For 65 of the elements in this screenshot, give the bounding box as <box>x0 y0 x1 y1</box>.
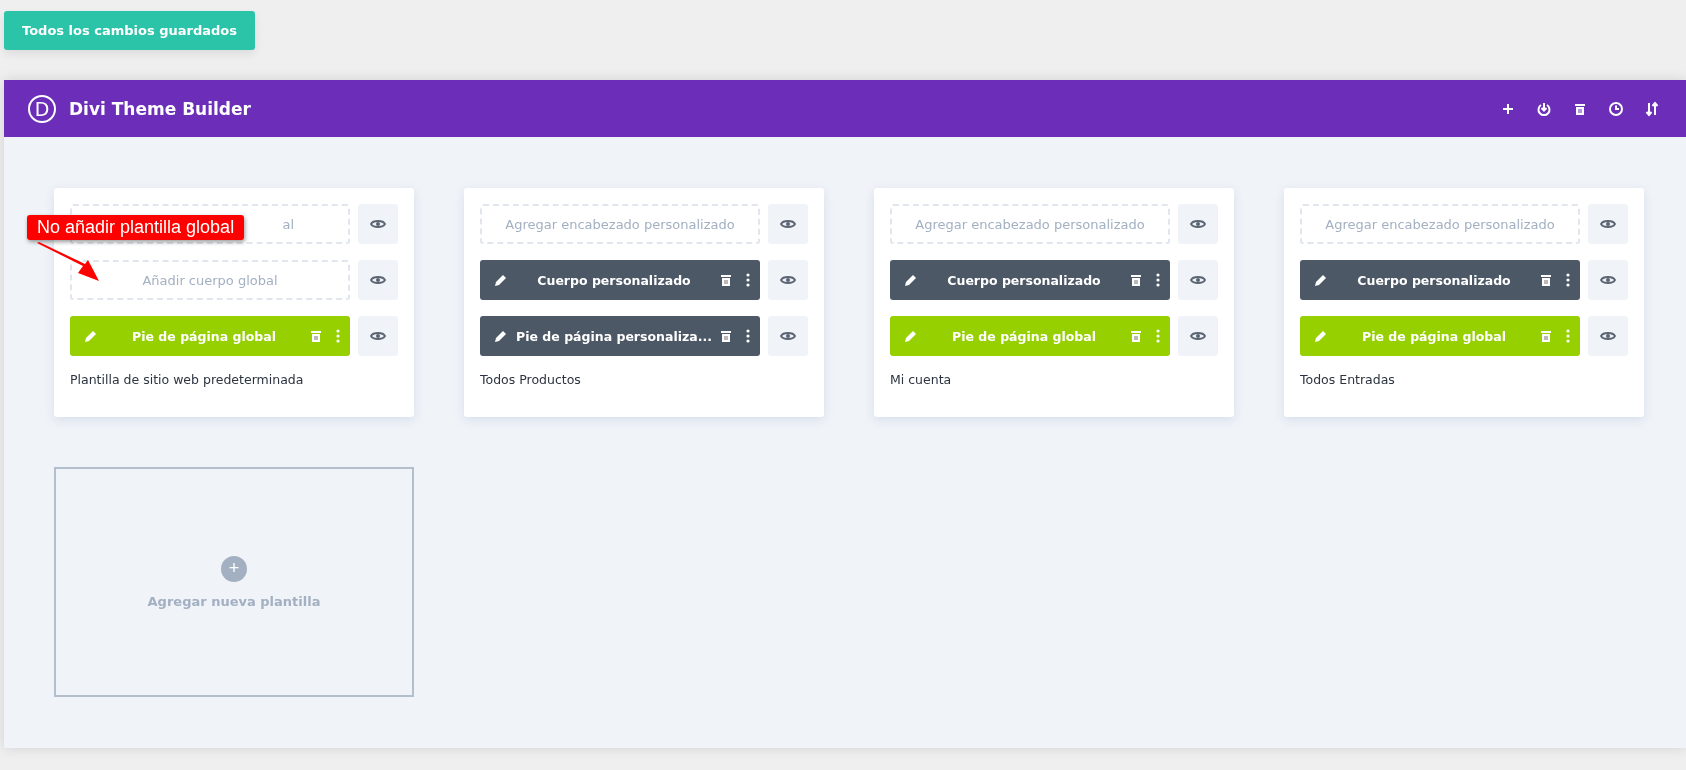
visibility-button[interactable] <box>358 316 398 356</box>
annotation-arrow <box>36 242 100 282</box>
logo: D <box>28 94 56 123</box>
visibility-button[interactable] <box>768 316 808 356</box>
toolbar-button[interactable] <box>1644 100 1660 117</box>
eye-icon <box>370 274 386 286</box>
template-title: Mi cuenta <box>890 372 953 387</box>
template-title: Todos Productos <box>480 372 582 387</box>
add-layout-slot[interactable]: Agregar encabezado personalizado <box>890 204 1170 244</box>
visibility-button[interactable] <box>1178 260 1218 300</box>
add-template-label: Agregar nueva plantilla <box>147 593 321 609</box>
eye-icon <box>1600 330 1616 342</box>
visibility-button[interactable] <box>1178 316 1218 356</box>
layout-name: Cuerpo personalizado <box>536 272 692 288</box>
visibility-button[interactable] <box>1588 316 1628 356</box>
visibility-button[interactable] <box>1588 204 1628 244</box>
eye-icon <box>1600 274 1616 286</box>
more-icon[interactable] <box>746 273 750 287</box>
more-icon[interactable] <box>1156 273 1160 287</box>
more-icon[interactable] <box>1566 273 1570 287</box>
pencil-icon[interactable] <box>494 273 508 287</box>
template-title: Todos Entradas <box>1300 372 1396 387</box>
add-template-card[interactable]: + Agregar nueva plantilla <box>54 467 414 697</box>
eye-icon <box>370 218 386 230</box>
eye-icon <box>780 274 796 286</box>
power-icon <box>1536 100 1552 117</box>
visibility-button[interactable] <box>768 260 808 300</box>
pencil-icon[interactable] <box>1314 273 1328 287</box>
add-layout-slot[interactable]: Agregar encabezado personalizado <box>1300 204 1580 244</box>
layout-name: Pie de página global <box>131 328 277 344</box>
layout-name: Pie de página global <box>1361 328 1507 344</box>
add-layout-slot[interactable]: Añadir cuerpo global <box>70 260 350 300</box>
trash-icon[interactable] <box>1540 273 1552 287</box>
layout-name: Cuerpo personalizado <box>1356 272 1512 288</box>
layout-name: Pie de página global <box>951 328 1097 344</box>
layout-name: Pie de página personaliza... <box>515 328 713 344</box>
eye-icon <box>370 330 386 342</box>
eye-icon <box>780 330 796 342</box>
eye-icon <box>1600 218 1616 230</box>
toolbar-button[interactable] <box>1536 100 1552 117</box>
pencil-icon[interactable] <box>904 273 918 287</box>
save-status-button[interactable]: Todos los cambios guardados <box>4 11 255 50</box>
annotation-label: No añadir plantilla global <box>27 215 245 240</box>
eye-icon <box>780 218 796 230</box>
trash-icon[interactable] <box>1130 273 1142 287</box>
trash-icon[interactable] <box>720 273 732 287</box>
add-layout-slot[interactable]: Agregar encabezado personalizado <box>480 204 760 244</box>
template-title: Plantilla de sitio web predeterminada <box>70 372 305 387</box>
plus-icon: + <box>221 555 247 582</box>
clock-icon <box>1608 100 1624 117</box>
sort-icon <box>1644 100 1660 117</box>
eye-icon <box>1190 330 1206 342</box>
visibility-button[interactable] <box>1588 260 1628 300</box>
pencil-icon[interactable] <box>494 329 508 343</box>
eye-icon <box>1190 218 1206 230</box>
visibility-button[interactable] <box>768 204 808 244</box>
visibility-button[interactable] <box>358 260 398 300</box>
visibility-button[interactable] <box>1178 204 1218 244</box>
visibility-button[interactable] <box>358 204 398 244</box>
more-icon[interactable] <box>746 329 750 343</box>
layout-name: Cuerpo personalizado <box>946 272 1102 288</box>
toolbar-button[interactable] <box>1608 100 1624 117</box>
window-title: Divi Theme Builder <box>69 98 252 119</box>
eye-icon <box>1190 274 1206 286</box>
trash-icon[interactable] <box>720 329 732 343</box>
